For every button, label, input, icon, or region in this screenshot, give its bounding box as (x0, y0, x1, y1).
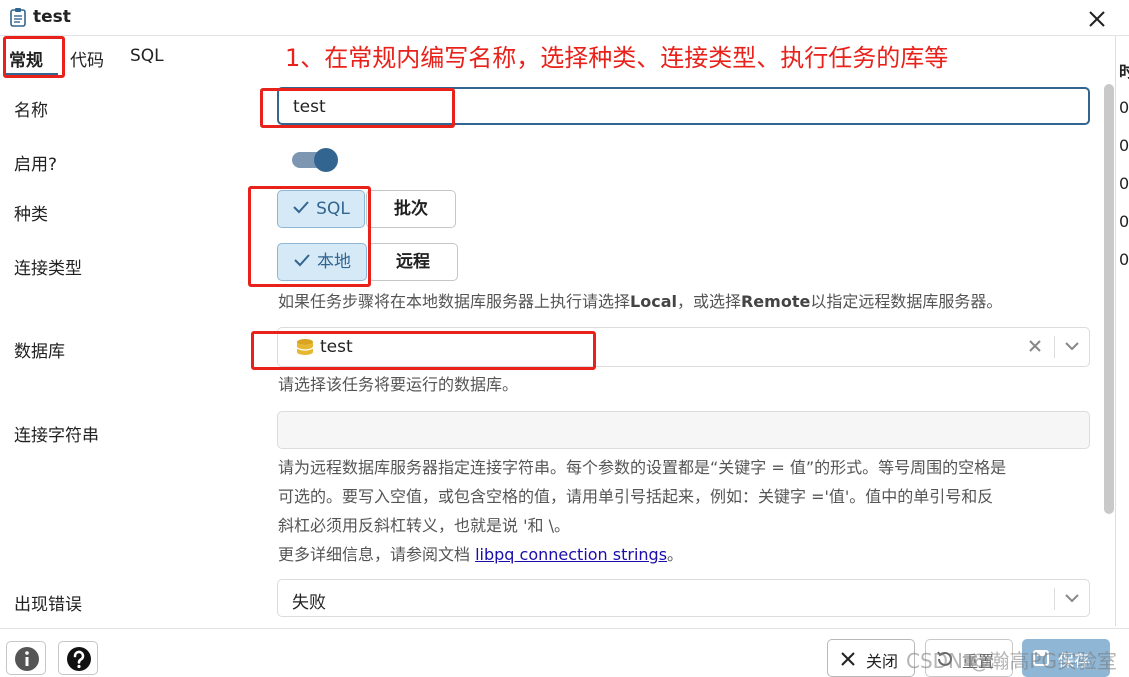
hint-local: Local (630, 292, 677, 311)
info-icon (15, 647, 39, 671)
on-error-select[interactable]: 失败 (277, 579, 1090, 617)
database-icon (296, 339, 314, 355)
chevron-down-icon[interactable] (1064, 592, 1080, 604)
window-title: test (33, 7, 71, 27)
connection-string-hint: 请为远程数据库服务器指定连接字符串。每个参数的设置都是“关键字 = 值”的形式。… (278, 453, 1006, 569)
kind-option-batch[interactable]: 批次 (366, 190, 456, 228)
database-value: test (320, 337, 353, 357)
strip-cell: 0 (1119, 250, 1129, 269)
close-icon (841, 652, 855, 666)
name-input-value: test (293, 97, 326, 117)
name-label: 名称 (14, 101, 48, 121)
enabled-toggle[interactable] (292, 148, 338, 172)
tab-general[interactable]: 常规 (9, 46, 43, 71)
toggle-knob (314, 148, 338, 172)
tab-sql[interactable]: SQL (130, 46, 164, 66)
close-button-label: 关闭 (866, 652, 899, 671)
strip-header: 时 (1119, 62, 1129, 81)
hint-text: 。 (667, 545, 684, 564)
connection-type-option-local[interactable]: 本地 (277, 243, 367, 281)
strip-cell: 0 (1119, 212, 1129, 231)
clear-icon[interactable] (1028, 339, 1042, 353)
kind-option-label: 批次 (394, 199, 428, 219)
clipboard-icon (10, 8, 26, 27)
connection-type-hint: 如果任务步骤将在本地数据库服务器上执行请选择Local，或选择Remote以指定… (278, 287, 1002, 316)
info-button[interactable] (6, 641, 46, 675)
kind-option-sql[interactable]: SQL (277, 190, 365, 228)
hint-text: 以指定远程数据库服务器。 (810, 292, 1003, 311)
watermark: CSDN @瀚高PG实验室 (906, 649, 1117, 673)
question-icon (67, 647, 91, 671)
close-button[interactable]: 关闭 (827, 639, 915, 677)
close-icon[interactable] (1086, 8, 1108, 30)
select-divider (1054, 336, 1055, 358)
check-icon (294, 254, 310, 267)
on-error-label: 出现错误 (14, 595, 82, 615)
hint-text: 如果任务步骤将在本地数据库服务器上执行请选择 (278, 292, 631, 311)
hint-line: 可选的。要写入空值，或包含空格的值，请用单引号括起来，例如：关键字 ='值'。值… (278, 487, 994, 506)
background-table-strip: 时 0 0 0 0 0 (1115, 36, 1129, 626)
hint-text: ，或选择 (676, 292, 741, 311)
tab-code[interactable]: 代码 (70, 46, 104, 71)
title-bar: test (0, 0, 1129, 36)
strip-cell: 0 (1119, 174, 1129, 193)
hint-text: 更多详细信息，请参阅文档 (278, 545, 476, 564)
select-divider (1054, 588, 1055, 610)
hint-line: 请为远程数据库服务器指定连接字符串。每个参数的设置都是“关键字 = 值”的形式。… (278, 458, 1007, 477)
name-input[interactable]: test (277, 87, 1090, 125)
database-label: 数据库 (14, 342, 65, 362)
connection-type-option-label: 本地 (317, 252, 351, 272)
help-button[interactable] (58, 641, 98, 675)
libpq-docs-link[interactable]: libpq connection strings (475, 545, 667, 564)
database-select[interactable]: test (277, 327, 1090, 367)
on-error-value: 失败 (292, 593, 326, 613)
chevron-down-icon[interactable] (1064, 340, 1080, 352)
connection-type-option-label: 远程 (396, 252, 430, 272)
database-hint: 请选择该任务将要运行的数据库。 (278, 375, 519, 394)
connection-type-option-remote[interactable]: 远程 (368, 243, 458, 281)
annotation-text: 1、在常规内编写名称，选择种类、连接类型、执行任务的库等 (285, 44, 949, 72)
check-icon (293, 201, 309, 214)
hint-line: 斜杠必须用反斜杠转义，也就是说 '和 \。 (278, 516, 570, 535)
kind-label: 种类 (14, 205, 48, 225)
enabled-label: 启用? (14, 155, 58, 175)
strip-cell: 0 (1119, 136, 1129, 155)
connection-type-label: 连接类型 (14, 259, 82, 279)
form-scrollbar[interactable] (1104, 84, 1114, 514)
hint-line: 更多详细信息，请参阅文档 libpq connection strings。 (278, 540, 1006, 569)
active-tab-indicator (6, 73, 58, 76)
strip-cell: 0 (1119, 98, 1129, 117)
connection-string-input[interactable] (277, 411, 1090, 449)
kind-option-label: SQL (316, 199, 350, 219)
connection-string-label: 连接字符串 (14, 426, 99, 446)
hint-remote: Remote (740, 292, 811, 311)
